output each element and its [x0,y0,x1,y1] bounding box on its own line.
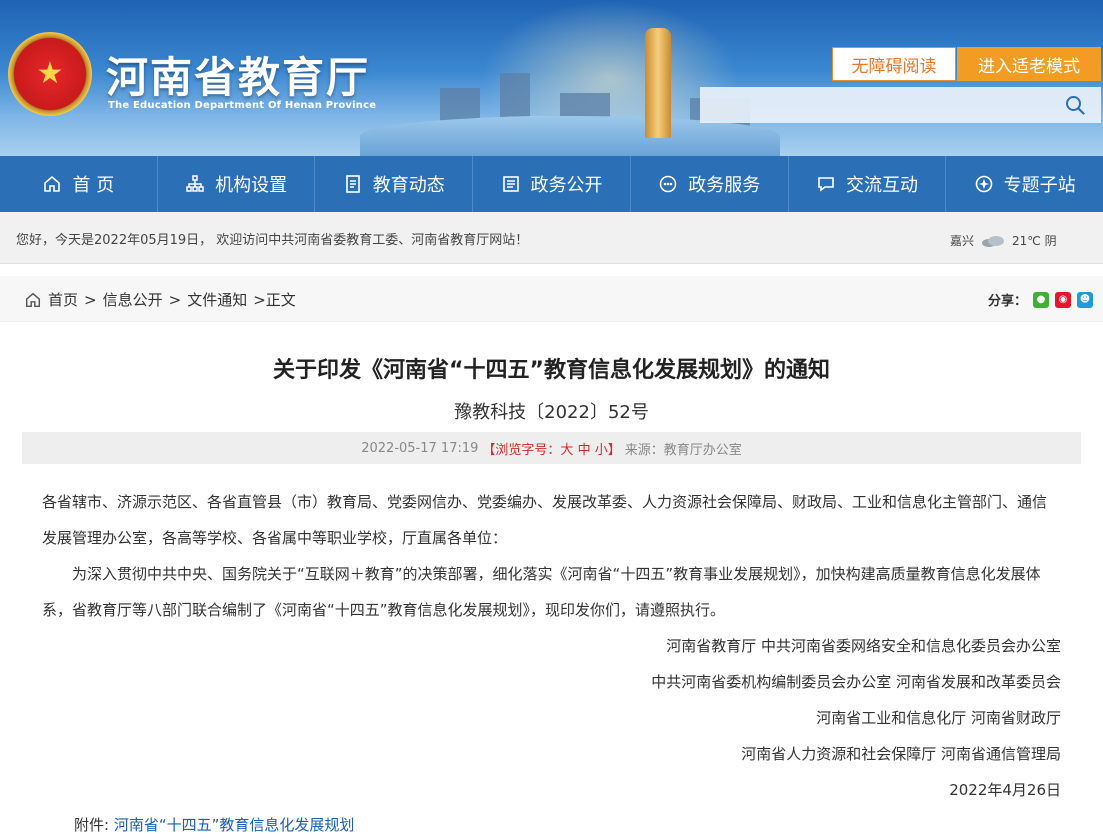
service-icon [659,175,677,193]
breadcrumb: 首页 > 信息公开 > 文件通知 > 正文 [24,289,296,310]
nav-item-label: 首 页 [72,175,115,196]
share-label: 分享： [988,294,1028,309]
search-box [700,87,1101,123]
breadcrumb-separator: > [84,290,97,309]
font-size-control: 【浏览字号：大 中 小】 [482,439,620,458]
article-meta: 2022-05-17 17:19 【浏览字号：大 中 小】 来源：教育厅办公室 [22,432,1081,464]
attachment-label: 附件: [74,816,110,834]
header-banner: ★ 河南省教育厅 The Education Department Of Hen… [0,0,1103,156]
site-subtitle: The Education Department Of Henan Provin… [108,100,377,111]
chat-icon [818,177,834,192]
banner-tower [645,28,671,138]
nav-item-label: 交流互动 [845,175,918,196]
document-number: 豫教科技〔2022〕52号 [454,402,649,423]
font-size-small-button[interactable]: 小 [595,443,608,458]
nav-item-topics[interactable]: 专题子站 [946,156,1103,212]
breadcrumb-separator: > [168,290,182,309]
breadcrumb-current: 正文 [265,291,296,309]
weather-text: 21℃ 阴 [1012,234,1057,248]
nav-item-org[interactable]: 机构设置 [158,156,316,212]
org-icon [186,175,204,192]
accessibility-button[interactable]: 无障碍阅读 [832,47,956,81]
elder-mode-button[interactable]: 进入适老模式 [957,47,1101,81]
search-input[interactable] [700,87,1050,123]
main-nav: 首 页 机构设置 教育动态 政务公开 政务服务 交流互动 专题子站 [0,156,1103,212]
breadcrumb-bar: 首页 > 信息公开 > 文件通知 > 正文 分享： ● ◉ ☻ [0,276,1103,322]
article-source: 来源：教育厅办公室 [624,442,742,458]
body-paragraph: 为深入贯彻中共中央、国务院关于“互联网＋教育”的决策部署，细化落实《河南省“十四… [42,565,1041,619]
signatory-line: 河南省教育厅 中共河南省委网络安全和信息化委员会办公室 [666,637,1061,655]
nav-item-public[interactable]: 政务公开 [473,156,631,212]
article-title: 关于印发《河南省“十四五”教育信息化发展规划》的通知 [273,358,830,383]
weibo-icon[interactable]: ◉ [1055,291,1072,308]
weather-city: 嘉兴 [950,234,975,248]
nav-item-interact[interactable]: 交流互动 [789,156,947,212]
nav-item-label: 政务公开 [530,175,603,196]
breadcrumb-file-notice[interactable]: 文件通知 [187,289,247,310]
recipients-paragraph: 各省辖市、济源示范区、各省直管县（市）教育局、党委网信办、党委编办、发展改革委、… [42,493,1048,547]
nav-item-home[interactable]: 首 页 [0,156,158,212]
weather-widget: 嘉兴 21℃ 阴 [950,232,1057,249]
font-size-close: 】 [607,442,621,458]
cloud-icon [982,235,1005,247]
article-body: 各省辖市、济源示范区、各省直管县（市）教育局、党委网信办、党委编办、发展改革委、… [22,484,1081,808]
welcome-text: 您好，今天是2022年05月19日， 欢迎访问中共河南省委教育工委、河南省教育厅… [16,233,529,248]
article: 关于印发《河南省“十四五”教育信息化发展规划》的通知 豫教科技〔2022〕52号… [0,352,1103,840]
nav-item-label: 政务服务 [688,175,761,196]
welcome-bar: 您好，今天是2022年05月19日， 欢迎访问中共河南省委教育工委、河南省教育厅… [0,212,1103,264]
font-size-medium-button[interactable]: 中 [578,443,591,458]
wechat-icon[interactable]: ● [1033,291,1050,308]
search-icon[interactable] [1065,95,1085,115]
home-icon [25,292,41,307]
nav-item-label: 机构设置 [215,175,288,196]
signatory-line: 河南省人力资源和社会保障厅 河南省通信管理局 [741,745,1061,763]
national-emblem-logo: ★ [8,32,92,116]
breadcrumb-home[interactable]: 首页 [48,289,78,310]
home-icon [44,175,61,192]
document-date: 2022年4月26日 [949,781,1061,799]
nav-item-label: 专题子站 [1003,175,1076,196]
nav-item-service[interactable]: 政务服务 [631,156,789,212]
signatory-line: 中共河南省委机构编制委员会办公室 河南省发展和改革委员会 [651,673,1061,691]
site-title: 河南省教育厅 [106,53,371,102]
doc-icon [502,176,519,192]
attachment-link[interactable]: 河南省“十四五”教育信息化发展规划 [114,816,355,834]
breadcrumb-info-public[interactable]: 信息公开 [103,289,163,310]
breadcrumb-separator: > [253,290,266,309]
font-size-label: 【浏览字号： [482,442,561,458]
news-icon [345,175,360,193]
attachment: 附件: 河南省“十四五”教育信息化发展规划 [22,810,1081,840]
share-bar: 分享： ● ◉ ☻ [988,290,1094,309]
nav-item-label: 教育动态 [372,175,445,196]
signatory-line: 河南省工业和信息化厅 河南省财政厅 [816,709,1061,727]
topic-icon [975,175,992,193]
qq-icon[interactable]: ☻ [1077,291,1094,308]
publish-datetime: 2022-05-17 17:19 [361,440,479,456]
nav-item-news[interactable]: 教育动态 [315,156,474,212]
font-size-large-button[interactable]: 大 [560,443,573,458]
